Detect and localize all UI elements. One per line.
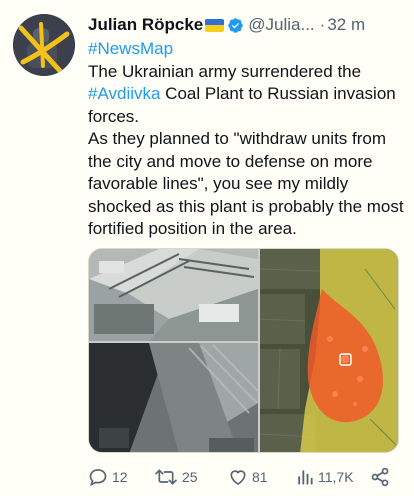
reply-icon [89, 469, 107, 487]
tweet-text: #NewsMap The Ukrainian army surrendered … [88, 38, 406, 241]
like-count: 81 [252, 469, 268, 485]
reply-button[interactable]: 12 [88, 465, 128, 489]
ukraine-flag-icon [205, 18, 225, 32]
author-name[interactable]: Julian Röpcke [88, 15, 203, 35]
views-button[interactable]: 11,7K [296, 465, 354, 489]
avatar-image [13, 14, 75, 76]
tweet-text-paragraph-2: As they planned to "withdraw units from … [88, 129, 404, 238]
hashtag-newsmap[interactable]: #NewsMap [88, 39, 173, 58]
tweet-text-line-a: The Ukrainian army surrendered the [88, 61, 362, 81]
heart-icon [230, 470, 246, 486]
tweet-header: Julian Röpcke @Julia... · 32 m [88, 14, 365, 36]
action-bar: 12 25 81 11,7K [88, 465, 398, 489]
satellite-map-with-highlighted-area[interactable] [260, 249, 398, 452]
views-count: 11,7K [318, 469, 354, 485]
media-grid[interactable] [88, 248, 399, 453]
retweet-icon [155, 469, 177, 485]
coal-plant-rooftop-photo[interactable] [89, 343, 258, 452]
separator-dot: · [319, 15, 326, 34]
share-button[interactable] [370, 465, 390, 489]
timestamp[interactable]: 32 m [327, 15, 365, 35]
retweet-count: 25 [182, 469, 198, 485]
like-button[interactable]: 81 [228, 465, 268, 489]
coal-plant-aerial-photo[interactable] [89, 249, 258, 341]
tweet[interactable]: Julian Röpcke @Julia... · 32 m #NewsMap … [0, 0, 414, 496]
avatar[interactable] [13, 14, 75, 76]
reply-count: 12 [112, 469, 128, 485]
retweet-button[interactable]: 25 [154, 465, 198, 489]
verified-badge-icon [228, 17, 244, 33]
author-handle[interactable]: @Julia... [248, 15, 314, 35]
views-chart-icon [298, 470, 313, 485]
hashtag-avdiivka[interactable]: #Avdiivka [88, 84, 160, 103]
share-icon [371, 467, 389, 487]
